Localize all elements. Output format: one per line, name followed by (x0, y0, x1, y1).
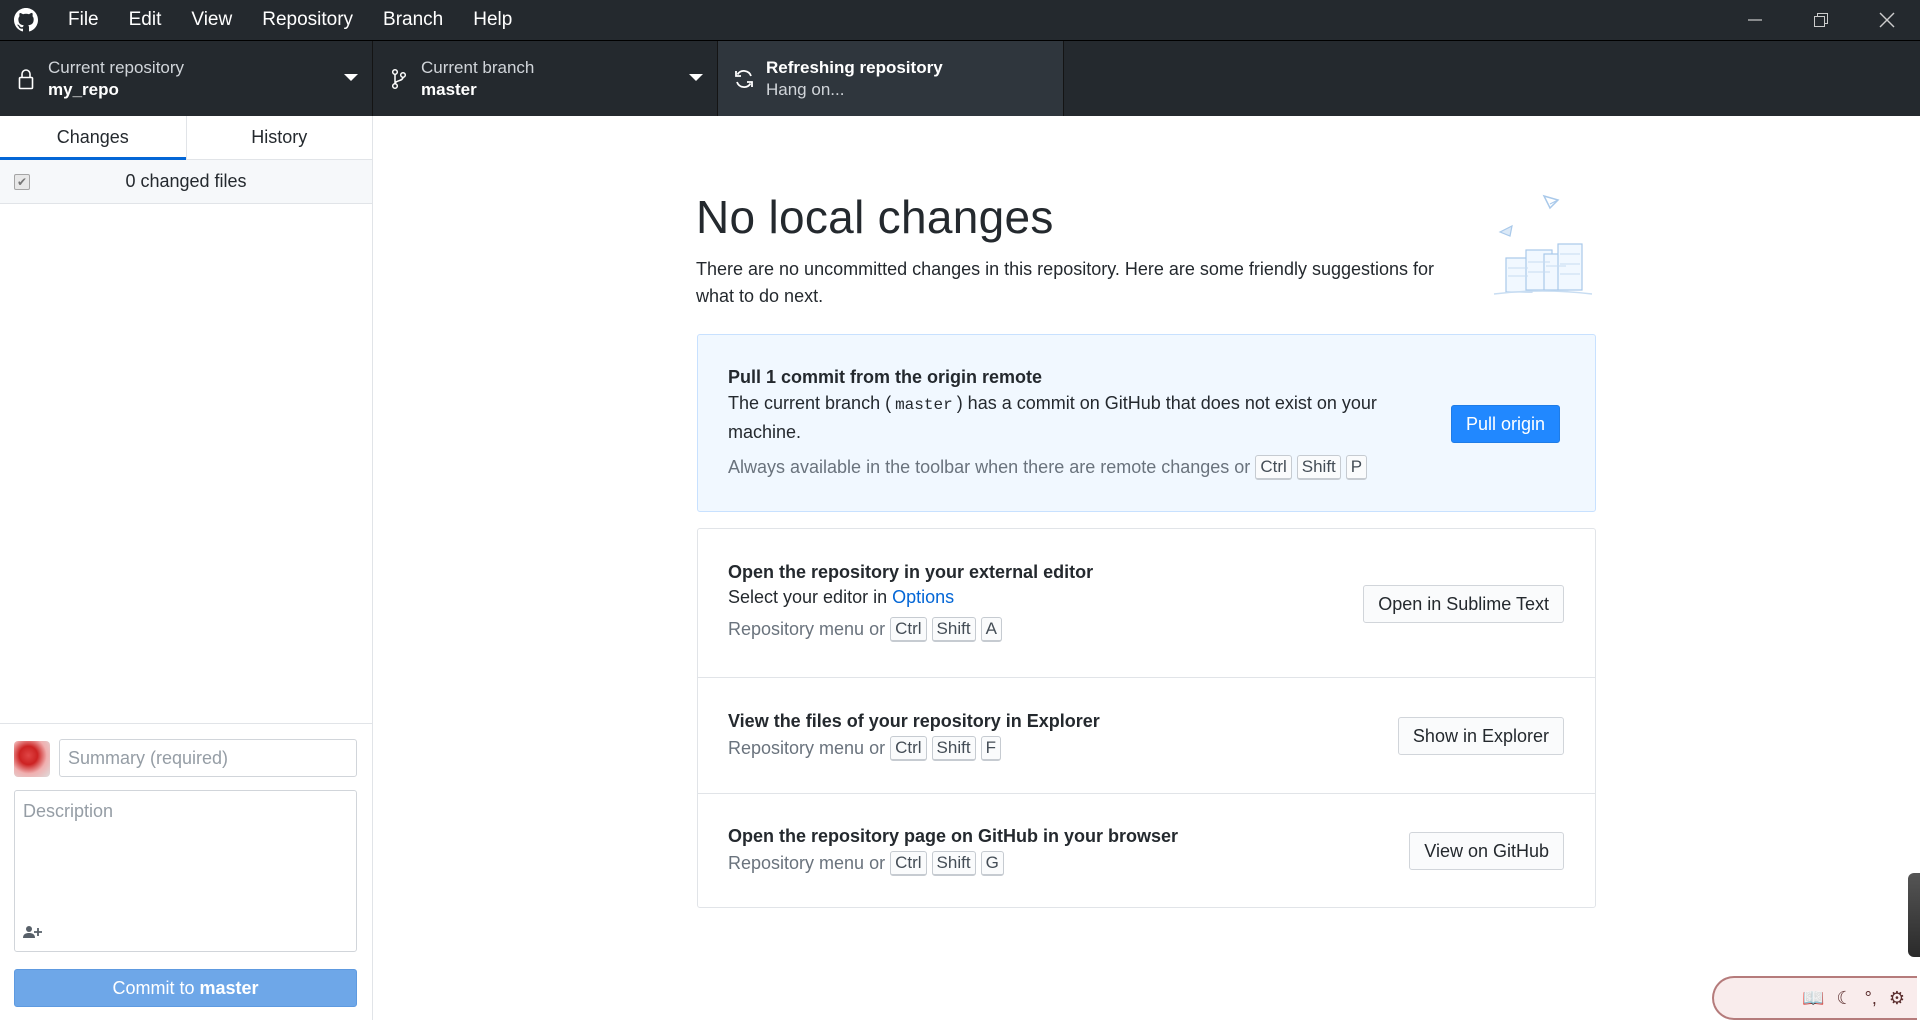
gear-icon[interactable]: ⚙ (1889, 988, 1905, 1009)
description-box (14, 790, 357, 952)
github-hint: Repository menu or Ctrl Shift G (728, 851, 1178, 876)
pull-description: The current branch (master) has a commit… (728, 393, 1377, 442)
editor-hint: Repository menu or Ctrl Shift A (728, 617, 1093, 642)
sidebar-tabs: Changes History (0, 116, 372, 160)
kbd-ctrl: Ctrl (890, 617, 927, 642)
explorer-row: View the files of your repository in Exp… (698, 678, 1595, 794)
menu-repository[interactable]: Repository (247, 0, 368, 40)
commit-message-area: Commit to master (0, 723, 372, 1020)
refresh-title: Refreshing repository (766, 57, 943, 77)
toolbar: Current repository my_repo Current branc… (0, 40, 1920, 116)
commit-button[interactable]: Commit to master (14, 969, 357, 1007)
external-editor-row: Open the repository in your external edi… (698, 529, 1595, 678)
refresh-status: Hang on... (766, 79, 845, 99)
github-logo-icon (0, 0, 52, 40)
pull-origin-button[interactable]: Pull origin (1451, 405, 1561, 443)
kbd-ctrl: Ctrl (890, 851, 927, 876)
options-link[interactable]: Options (892, 587, 954, 607)
show-in-explorer-button[interactable]: Show in Explorer (1397, 717, 1564, 755)
current-branch-name: master (421, 79, 477, 99)
kbd-shift: Shift (1296, 455, 1341, 480)
lock-icon (14, 67, 38, 91)
view-on-github-button[interactable]: View on GitHub (1409, 832, 1564, 870)
editor-title: Open the repository in your external edi… (728, 562, 1094, 582)
current-repository-dropdown[interactable]: Current repository my_repo (0, 41, 373, 116)
menu-help[interactable]: Help (458, 0, 527, 40)
summary-input[interactable] (59, 739, 357, 777)
editor-description: Select your editor in Options (728, 587, 955, 607)
pull-title: Pull 1 commit from the origin remote (728, 367, 1043, 387)
moon-icon[interactable]: ☾ (1837, 988, 1853, 1009)
title-bar: File Edit View Repository Branch Help (0, 0, 1920, 40)
commit-button-label: Commit to (112, 978, 195, 998)
menu-branch[interactable]: Branch (368, 0, 458, 40)
sidebar: Changes History ✔ 0 changed files Commit… (0, 116, 373, 1020)
menu-view[interactable]: View (176, 0, 247, 40)
side-level-indicator (1908, 873, 1920, 957)
book-icon[interactable]: 📖 (1802, 988, 1824, 1009)
kbd-ctrl: Ctrl (1255, 455, 1292, 480)
add-coauthor-icon[interactable] (23, 925, 43, 941)
no-changes-header: No local changes There are no uncommitte… (696, 190, 1596, 310)
minimize-icon[interactable] (1722, 0, 1788, 40)
kbd-shift: Shift (931, 736, 976, 761)
current-branch-label: Current branch (421, 57, 535, 77)
kbd-p: P (1345, 455, 1368, 480)
changed-files-header: ✔ 0 changed files (0, 160, 372, 204)
menu-file[interactable]: File (52, 0, 114, 40)
open-in-editor-button[interactable]: Open in Sublime Text (1363, 585, 1564, 623)
pull-origin-card: Pull 1 commit from the origin remote The… (697, 334, 1596, 512)
github-title: Open the repository page on GitHub in yo… (728, 826, 1179, 846)
chevron-down-icon (689, 74, 703, 81)
kbd-ctrl: Ctrl (890, 736, 927, 761)
page-subtitle: There are no uncommitted changes in this… (696, 259, 1435, 306)
restore-icon[interactable] (1788, 0, 1854, 40)
menu-bar: File Edit View Repository Branch Help (52, 0, 527, 40)
floating-toolbox: 📖 ☾ °, ⚙ (1712, 976, 1917, 1020)
main-panel: No local changes There are no uncommitte… (373, 116, 1920, 1020)
page-title: No local changes (696, 191, 1054, 243)
kbd-a: A (980, 617, 1002, 642)
menu-edit[interactable]: Edit (114, 0, 177, 40)
tab-history[interactable]: History (185, 116, 373, 159)
current-repository-name: my_repo (48, 79, 119, 99)
select-all-checkbox[interactable]: ✔ (14, 174, 30, 190)
explorer-hint: Repository menu or Ctrl Shift F (728, 736, 1100, 761)
empty-state-illustration (1488, 192, 1593, 302)
kbd-g: G (980, 851, 1004, 876)
git-branch-icon (387, 67, 411, 91)
suggestions-card: Open the repository in your external edi… (697, 528, 1596, 908)
github-row: Open the repository page on GitHub in yo… (698, 794, 1595, 907)
avatar (14, 741, 50, 777)
chevron-down-icon (344, 74, 358, 81)
kbd-shift: Shift (931, 851, 976, 876)
close-icon[interactable] (1854, 0, 1920, 40)
window-controls (1722, 0, 1920, 40)
tab-changes[interactable]: Changes (0, 116, 186, 160)
pull-hint: Always available in the toolbar when the… (728, 455, 1408, 480)
current-branch-dropdown[interactable]: Current branch master (373, 41, 718, 116)
current-repository-label: Current repository (48, 57, 185, 77)
branch-code: master (895, 396, 953, 414)
dots-icon[interactable]: °, (1865, 988, 1877, 1009)
sync-icon (732, 67, 756, 91)
kbd-f: F (980, 736, 1001, 761)
changed-files-count: 0 changed files (125, 171, 247, 191)
commit-button-branch: master (199, 978, 259, 998)
explorer-title: View the files of your repository in Exp… (728, 711, 1100, 731)
description-input[interactable] (15, 791, 356, 911)
kbd-shift: Shift (931, 617, 976, 642)
refresh-repository-button[interactable]: Refreshing repository Hang on... (718, 41, 1064, 116)
